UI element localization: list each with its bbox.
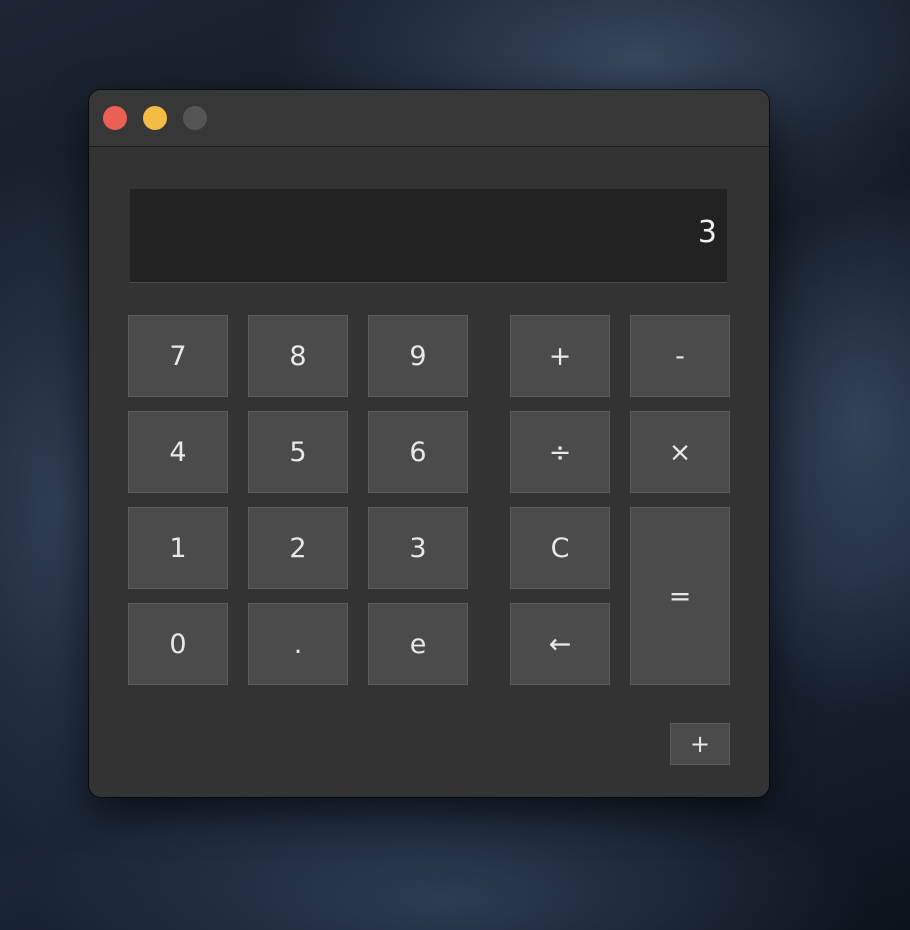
title-bar[interactable] [89,90,769,147]
add-button[interactable]: + [510,315,610,397]
key-8[interactable]: 8 [248,315,348,397]
zoom-button[interactable] [183,106,207,130]
subtract-button[interactable]: - [630,315,730,397]
key-1[interactable]: 1 [128,507,228,589]
minimize-button[interactable] [143,106,167,130]
key-9[interactable]: 9 [368,315,468,397]
add-panel-button[interactable]: + [670,723,730,765]
backspace-icon: ← [548,628,572,660]
key-6[interactable]: 6 [368,411,468,493]
display-value: 3 [697,215,717,250]
calculator-display: 3 [130,189,727,283]
backspace-button[interactable]: ← [510,603,610,685]
divide-button[interactable]: ÷ [510,411,610,493]
key-0[interactable]: 0 [128,603,228,685]
close-button[interactable] [103,106,127,130]
decimal-button[interactable]: . [248,603,348,685]
clear-button[interactable]: C [510,507,610,589]
key-4[interactable]: 4 [128,411,228,493]
e-button[interactable]: e [368,603,468,685]
key-2[interactable]: 2 [248,507,348,589]
key-5[interactable]: 5 [248,411,348,493]
key-7[interactable]: 7 [128,315,228,397]
plus-icon: + [689,730,711,758]
calculator-window: 3 7 8 9 + - 4 5 6 ÷ × 1 2 3 C = 0 . e ← … [89,90,769,797]
key-3[interactable]: 3 [368,507,468,589]
multiply-button[interactable]: × [630,411,730,493]
equals-button[interactable]: = [630,507,730,685]
